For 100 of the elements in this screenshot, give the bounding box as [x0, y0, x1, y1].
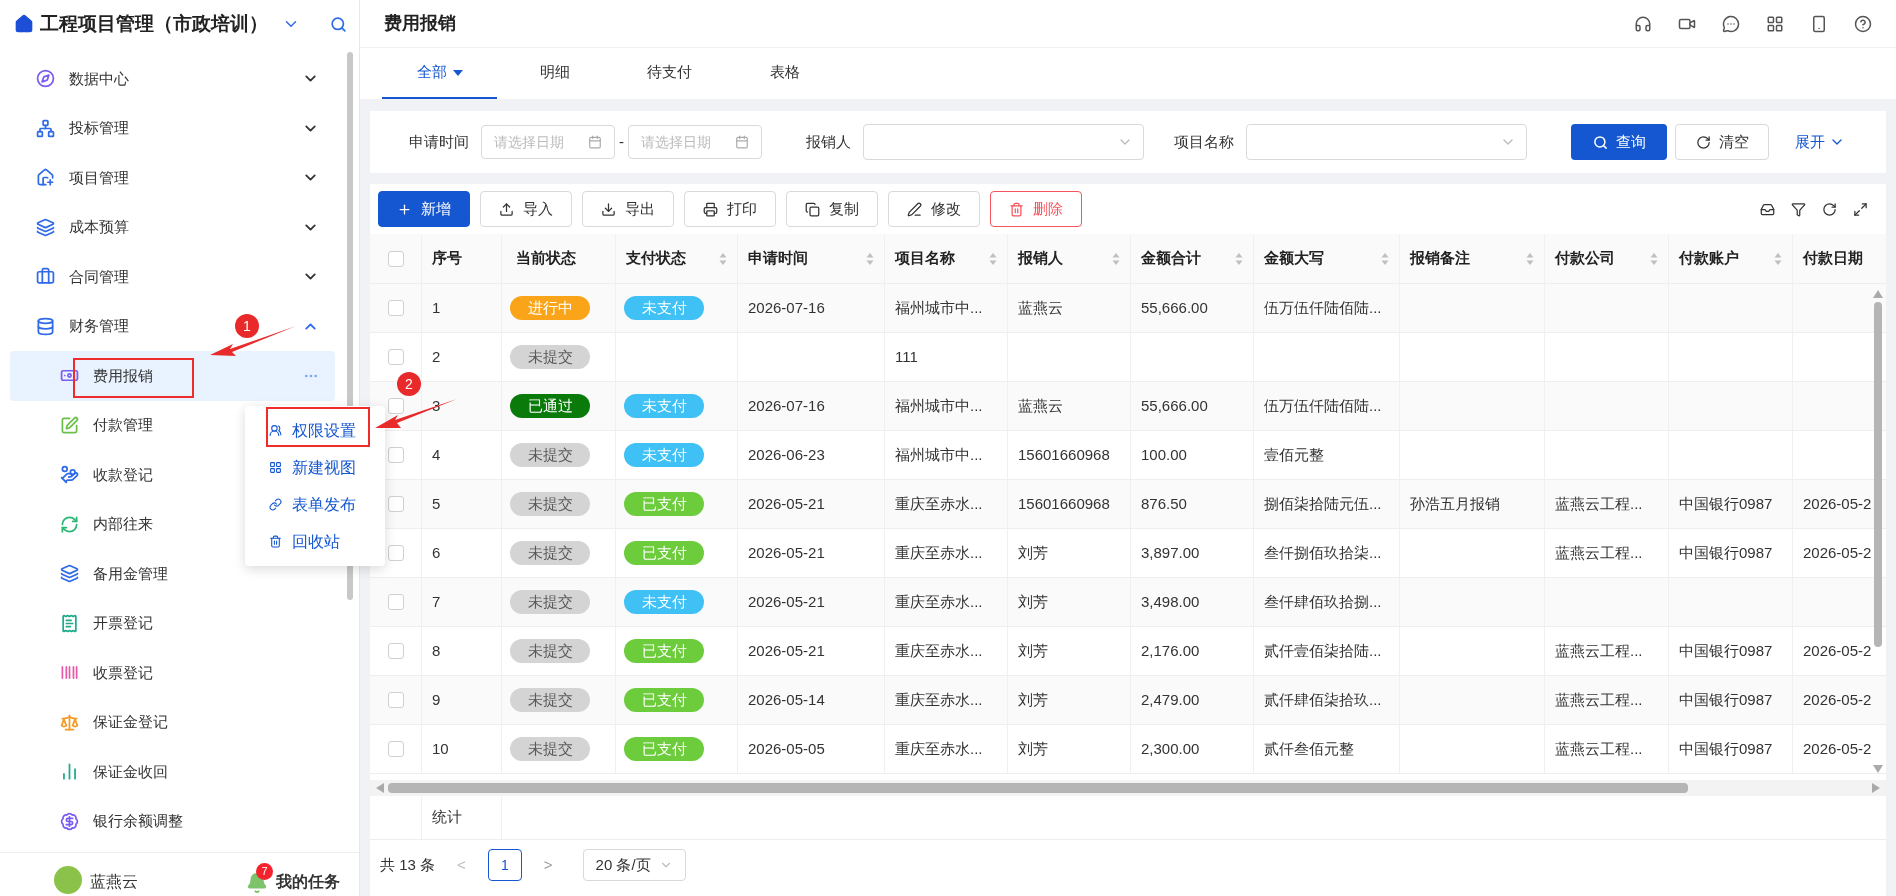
column-header: 付款账户	[1679, 248, 1739, 269]
menu-item[interactable]: 数据中心	[69, 67, 129, 90]
status-tag: 未支付	[624, 443, 704, 467]
phone-icon[interactable]	[1810, 14, 1828, 33]
status-tag: 未提交	[510, 541, 590, 565]
checkbox[interactable]	[387, 594, 404, 610]
home-icon[interactable]	[14, 14, 34, 34]
page-button[interactable]: 1	[487, 849, 522, 881]
column-header-cell[interactable]: 支付状态	[616, 234, 738, 283]
column-header-cell[interactable]: 申请时间	[738, 234, 885, 283]
page-size-select[interactable]: 20 条/页	[582, 849, 686, 881]
checkbox[interactable]	[387, 741, 404, 757]
headphones-icon[interactable]	[1634, 14, 1652, 33]
inbox-icon[interactable]	[1760, 201, 1775, 217]
menu-item[interactable]: 保证金登记	[10, 697, 335, 747]
status-tag: 已通过	[510, 394, 590, 418]
avatar[interactable]	[54, 866, 82, 894]
refresh-icon[interactable]	[1822, 201, 1837, 217]
column-header-cell[interactable]: 项目名称	[885, 234, 1008, 283]
column-header-cell[interactable]: 报销备注	[1400, 234, 1545, 283]
menu-item[interactable]: 开票登记	[10, 598, 335, 648]
menu-item[interactable]: 财务管理	[69, 315, 129, 338]
scroll-up-icon[interactable]	[1873, 290, 1883, 298]
reporter-select[interactable]	[863, 124, 1144, 160]
table-cell-text: 2026-07-16	[748, 395, 825, 416]
scroll-right-icon[interactable]	[1872, 783, 1880, 793]
column-header-cell[interactable]: 金额合计	[1131, 234, 1254, 283]
menu-option[interactable]: 表单发布	[245, 486, 385, 523]
scroll-down-icon[interactable]	[1873, 765, 1883, 773]
tab[interactable]: 表格	[727, 48, 842, 99]
tab[interactable]: 全部	[382, 48, 497, 99]
toolbar-button[interactable]: 导入	[480, 191, 572, 227]
toolbar-button[interactable]: 新增	[378, 191, 470, 227]
fullscreen-icon[interactable]	[1853, 201, 1868, 217]
menu-option[interactable]: 新建视图	[245, 449, 385, 486]
menu-item[interactable]: 保证金收回	[10, 747, 335, 797]
sort-icon[interactable]	[1112, 251, 1120, 266]
menu-item[interactable]: 费用报销	[10, 351, 335, 401]
checkbox[interactable]	[387, 496, 404, 512]
vertical-scrollbar[interactable]	[1874, 302, 1882, 647]
column-header-cell[interactable]: 付款账户	[1669, 234, 1793, 283]
filter-icon[interactable]	[1791, 201, 1806, 217]
expand-link[interactable]: 展开	[1795, 130, 1845, 154]
column-header-cell[interactable]: 金额大写	[1254, 234, 1400, 283]
column-header-cell[interactable]: 付款公司	[1545, 234, 1669, 283]
sort-icon[interactable]	[1526, 251, 1534, 266]
table-cell-text: 重庆至赤水...	[895, 738, 983, 759]
scroll-left-icon[interactable]	[376, 783, 384, 793]
clear-button[interactable]: 清空	[1675, 124, 1769, 160]
checkbox[interactable]	[387, 398, 404, 414]
project-select[interactable]	[1246, 124, 1527, 160]
sort-icon[interactable]	[866, 251, 874, 266]
menu-item[interactable]: 合同管理	[69, 265, 129, 288]
status-tag: 已支付	[624, 688, 704, 712]
table-cell-text: 2026-05-2	[1803, 493, 1872, 514]
column-header-cell[interactable]: 当前状态	[502, 234, 616, 283]
grid-icon[interactable]	[1766, 14, 1784, 33]
table-cell-text: 壹佰元整	[1264, 444, 1324, 465]
menu-item[interactable]: 成本预算	[69, 216, 129, 239]
table-cell-text: 2026-07-16	[748, 297, 825, 318]
table-cell-text: 重庆至赤水...	[895, 640, 983, 661]
sort-icon[interactable]	[1381, 251, 1389, 266]
menu-item[interactable]: 收票登记	[10, 648, 335, 698]
sort-icon[interactable]	[1774, 251, 1782, 266]
sort-icon[interactable]	[989, 251, 997, 266]
table-cell-text: 876.50	[1141, 493, 1187, 514]
toolbar-button[interactable]: 导出	[582, 191, 674, 227]
sort-icon[interactable]	[1650, 251, 1658, 266]
checkbox[interactable]	[387, 643, 404, 659]
checkbox[interactable]	[387, 250, 404, 267]
tab[interactable]: 待支付	[612, 48, 727, 99]
menu-item[interactable]: 银行余额调整	[10, 796, 335, 846]
query-button[interactable]: 查询	[1571, 124, 1667, 160]
sort-icon[interactable]	[719, 251, 727, 266]
column-header-cell[interactable]: 付款日期	[1793, 234, 1886, 283]
column-header-cell[interactable]: 报销人	[1008, 234, 1131, 283]
search-icon[interactable]	[330, 15, 347, 33]
summary-label: 统计	[432, 807, 462, 828]
tab[interactable]: 明细	[497, 48, 612, 99]
menu-option[interactable]: 权限设置	[245, 412, 385, 449]
checkbox[interactable]	[387, 300, 404, 316]
toolbar-button[interactable]: 修改	[888, 191, 980, 227]
checkbox[interactable]	[387, 349, 404, 365]
search-icon	[1592, 134, 1608, 150]
checkbox[interactable]	[387, 447, 404, 463]
toolbar-button[interactable]: 打印	[684, 191, 776, 227]
help-icon[interactable]	[1854, 14, 1872, 33]
menu-item[interactable]: 项目管理	[69, 166, 129, 189]
menu-item[interactable]: 投标管理	[69, 117, 129, 140]
status-tag: 未提交	[510, 492, 590, 516]
horizontal-scrollbar[interactable]	[388, 783, 1688, 793]
sort-icon[interactable]	[1235, 251, 1243, 266]
column-header: 金额大写	[1264, 248, 1324, 269]
column-header-cell[interactable]: 序号	[422, 234, 502, 283]
checkbox[interactable]	[387, 545, 404, 561]
chat-icon[interactable]	[1722, 14, 1740, 33]
layers-icon	[36, 217, 55, 237]
column-header: 项目名称	[895, 248, 955, 269]
checkbox[interactable]	[387, 692, 404, 708]
toolbar-button[interactable]: 复制	[786, 191, 878, 227]
